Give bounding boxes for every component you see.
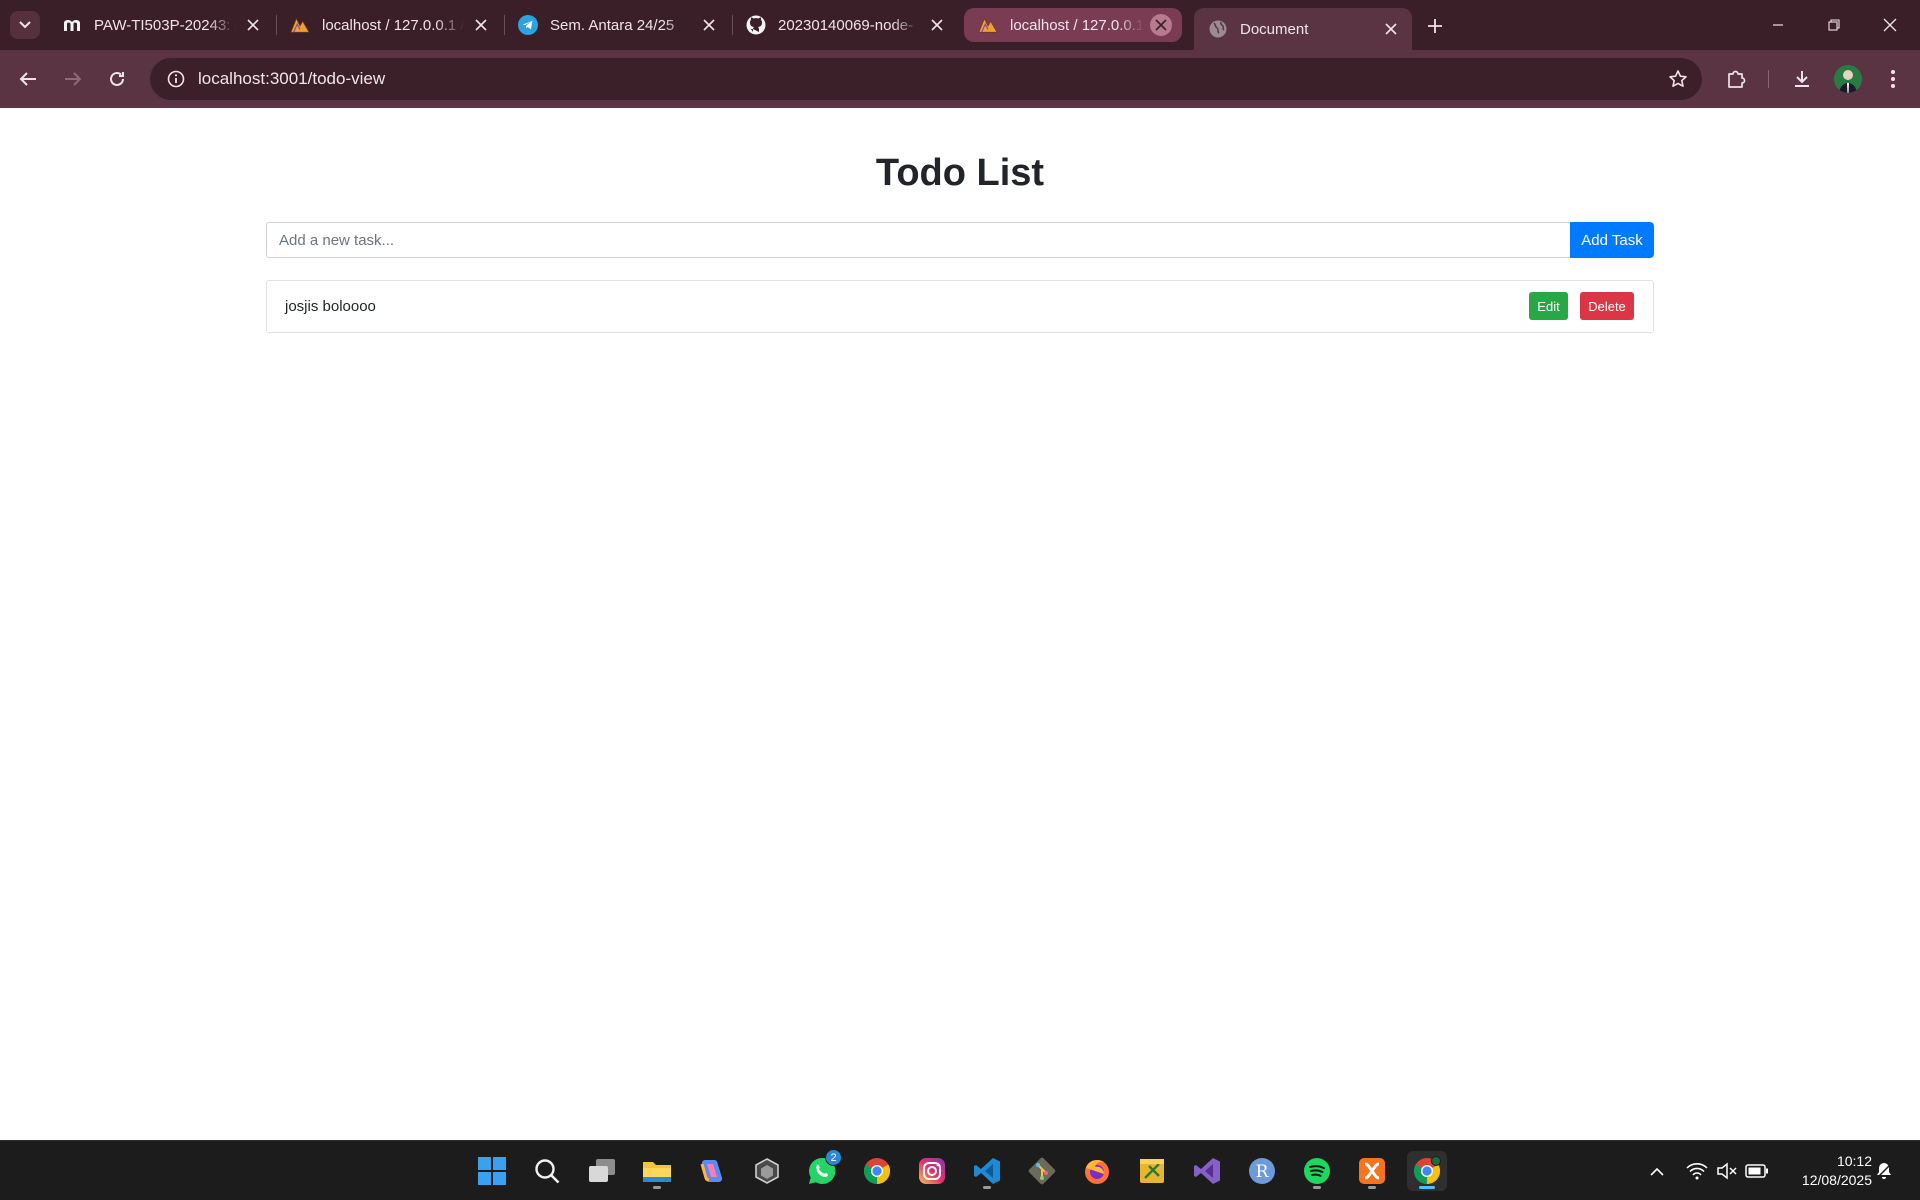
tab-moodle[interactable]: PAW-TI503P-20243: A (48, 8, 274, 42)
tab-title: localhost / 127.0.0.1 (1010, 16, 1144, 34)
tab-title: Document (1240, 20, 1309, 38)
restore-icon (1828, 19, 1840, 31)
tab-telegram[interactable]: Sem. Antara 24/25 (504, 8, 730, 42)
close-icon[interactable] (242, 14, 264, 36)
tab-title: PAW-TI503P-20243: A (94, 16, 236, 34)
plus-icon (1428, 19, 1442, 33)
unity-icon[interactable] (747, 1151, 787, 1191)
moodle-icon (62, 15, 82, 35)
chrome-icon[interactable] (857, 1151, 897, 1191)
windows-start-icon[interactable] (472, 1151, 512, 1191)
tab-github[interactable]: 20230140069-node- (732, 8, 958, 42)
address-bar[interactable]: localhost:3001/todo-view (150, 58, 1702, 100)
running-indicator (1313, 1186, 1321, 1189)
running-indicator (1419, 1186, 1435, 1189)
instagram-icon[interactable] (912, 1151, 952, 1191)
close-icon[interactable] (1380, 18, 1402, 40)
avatar-icon (1834, 65, 1862, 93)
windows-taskbar: 2 R 10:12 12/08/2025 (0, 1140, 1920, 1200)
tab-phpmyadmin-1[interactable]: localhost / 127.0.0.1 / (276, 8, 502, 42)
whatsapp-icon[interactable]: 2 (802, 1149, 842, 1191)
chevron-down-icon (19, 21, 31, 29)
chrome-icon[interactable] (1407, 1151, 1447, 1191)
phpmyadmin-icon (978, 15, 998, 35)
task-view-icon[interactable] (582, 1151, 622, 1191)
new-tab-button[interactable] (1421, 12, 1449, 40)
toolbar-divider (1768, 70, 1769, 88)
file-explorer-icon[interactable] (637, 1151, 677, 1191)
notification-bell-icon[interactable] (1872, 1159, 1896, 1183)
edit-button[interactable]: Edit (1529, 292, 1568, 320)
spotify-icon[interactable] (1297, 1151, 1337, 1191)
add-task-button[interactable]: Add Task (1570, 222, 1654, 258)
back-button[interactable] (12, 63, 44, 95)
close-icon[interactable] (698, 14, 720, 36)
browser-toolbar: localhost:3001/todo-view (0, 50, 1920, 108)
close-window-button[interactable] (1862, 0, 1918, 50)
search-icon[interactable] (527, 1151, 567, 1191)
wifi-icon[interactable] (1685, 1159, 1709, 1183)
todo-item: josjis boloooo Edit Delete (266, 280, 1654, 333)
close-icon (1883, 18, 1897, 32)
more-vertical-icon (1891, 70, 1895, 88)
reload-icon (110, 71, 124, 86)
download-icon (1795, 71, 1809, 87)
tab-document[interactable]: Document (1194, 8, 1412, 50)
battery-icon[interactable] (1745, 1159, 1769, 1183)
github-icon (746, 15, 766, 35)
notification-badge: 2 (825, 1149, 842, 1166)
telegram-icon (518, 15, 538, 35)
minimize-icon (1773, 24, 1783, 26)
firefox-icon[interactable] (1077, 1151, 1117, 1191)
arrow-right-icon (65, 72, 82, 86)
xampp-icon[interactable] (1352, 1151, 1392, 1191)
copilot-icon[interactable] (692, 1151, 732, 1191)
tab-title: localhost / 127.0.0.1 / (322, 16, 464, 34)
todo-text: josjis boloooo (285, 298, 376, 315)
vscode-icon[interactable] (967, 1151, 1007, 1191)
forward-button[interactable] (57, 63, 89, 95)
extensions-button[interactable] (1720, 63, 1752, 95)
restore-button[interactable] (1806, 0, 1862, 50)
phpmyadmin-icon (290, 15, 310, 35)
system-clock[interactable]: 10:12 12/08/2025 (1782, 1152, 1872, 1190)
downloads-button[interactable] (1786, 63, 1818, 95)
close-icon[interactable] (926, 14, 948, 36)
tab-title: Sem. Antara 24/25 (550, 16, 675, 34)
clock-date: 12/08/2025 (1801, 1172, 1872, 1188)
bookmark-star-icon[interactable] (1666, 67, 1690, 91)
menu-button[interactable] (1877, 63, 1909, 95)
volume-muted-icon[interactable] (1715, 1159, 1739, 1183)
reload-button[interactable] (101, 63, 133, 95)
visual-studio-icon[interactable] (1187, 1151, 1227, 1191)
running-indicator (1368, 1186, 1376, 1189)
url-text[interactable]: localhost:3001/todo-view (198, 69, 385, 89)
running-indicator (653, 1186, 661, 1189)
arrow-left-icon (19, 72, 36, 86)
delete-button[interactable]: Delete (1580, 292, 1634, 320)
r-icon[interactable]: R (1242, 1151, 1282, 1191)
profile-avatar[interactable] (1834, 65, 1862, 93)
clock-time: 10:12 (1836, 1153, 1872, 1169)
svg-text:R: R (1256, 1162, 1270, 1182)
new-task-input[interactable] (266, 222, 1571, 258)
tab-strip: PAW-TI503P-20243: A localhost / 127.0.0.… (0, 0, 1920, 50)
site-info-icon[interactable] (154, 70, 198, 88)
chevron-up-icon[interactable] (1645, 1159, 1669, 1183)
page-title: Todo List (875, 152, 1045, 194)
tab-title: 20230140069-node- (778, 16, 914, 34)
page-content: Todo List Add Task josjis boloooo Edit D… (0, 108, 1920, 1140)
globe-icon (1208, 19, 1228, 39)
close-icon[interactable] (1150, 14, 1172, 36)
sticky-notes-icon[interactable] (1132, 1151, 1172, 1191)
tab-search-button[interactable] (10, 11, 40, 39)
puzzle-icon (1728, 70, 1746, 88)
git-icon[interactable] (1022, 1151, 1062, 1191)
tab-phpmyadmin-2[interactable]: localhost / 127.0.0.1 (964, 8, 1182, 42)
close-icon[interactable] (470, 14, 492, 36)
minimize-button[interactable] (1750, 0, 1806, 50)
running-indicator (983, 1186, 991, 1189)
